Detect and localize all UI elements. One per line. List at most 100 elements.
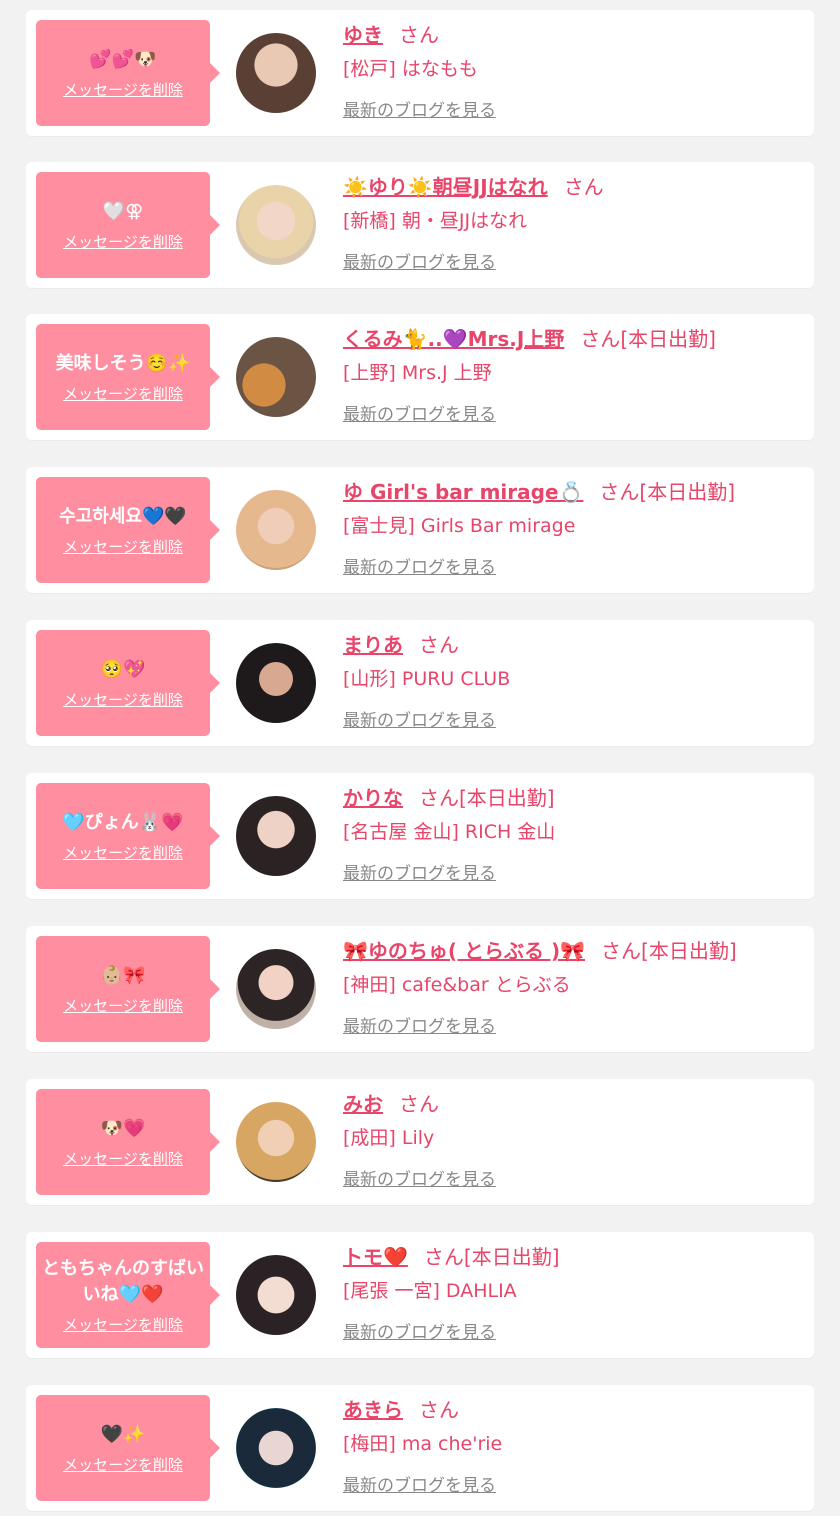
delete-message-link[interactable]: メッセージを削除 <box>63 536 183 557</box>
message-bubble: 🐶💗 メッセージを削除 <box>36 1089 220 1195</box>
avatar[interactable] <box>236 643 316 723</box>
sender-info: トモ❤️ さん[本日出勤] [尾張 一宮] DAHLIA 最新のブログを見る <box>343 1244 804 1343</box>
sender-name-link[interactable]: あきら <box>343 1398 403 1422</box>
message-card: 🐶💗 メッセージを削除 みお さん [成田] Lily 最新のブログを見る <box>26 1079 814 1205</box>
honorific: さん <box>399 23 439 47</box>
honorific: さん <box>601 939 642 963</box>
latest-blog-link[interactable]: 最新のブログを見る <box>343 1165 496 1190</box>
delete-message-link[interactable]: メッセージを削除 <box>63 79 183 100</box>
name-line: みお さん <box>343 1091 804 1117</box>
message-text: ともちゃんのすばいいね🩵❤️ <box>42 1257 204 1305</box>
shop-name: [上野] Mrs.J 上野 <box>343 362 492 384</box>
honorific: さん <box>419 633 459 657</box>
sender-info: ☀️ゆり☀️朝昼JJはなれ さん [新橋] 朝・昼JJはなれ 最新のブログを見る <box>343 174 804 273</box>
delete-message-link[interactable]: メッセージを削除 <box>63 1314 183 1335</box>
sender-name-link[interactable]: トモ❤️ <box>343 1245 408 1269</box>
sender-info: あきら さん [梅田] ma che'rie 最新のブログを見る <box>343 1397 804 1496</box>
sender-name-link[interactable]: ☀️ゆり☀️朝昼JJはなれ <box>343 175 548 199</box>
message-bubble: 🩵ぴょん🐰💗 メッセージを削除 <box>36 783 220 889</box>
message-card: 🤍⚢ メッセージを削除 ☀️ゆり☀️朝昼JJはなれ さん [新橋] 朝・昼JJはなれ 最新… <box>26 162 814 288</box>
avatar[interactable] <box>236 185 316 265</box>
working-today-badge: [本日出勤] <box>639 480 736 504</box>
sender-name-link[interactable]: まりあ <box>343 633 403 657</box>
sender-name-link[interactable]: くるみ🐈..💜Mrs.J上野 <box>343 327 564 351</box>
message-bubble: 🥺💖 メッセージを削除 <box>36 630 220 736</box>
working-today-badge: [本日出勤] <box>620 327 716 351</box>
honorific: さん <box>419 1398 459 1422</box>
honorific: さん <box>580 327 621 351</box>
honorific: さん <box>563 175 604 199</box>
message-bubble: 💕💕🐶 メッセージを削除 <box>36 20 220 126</box>
working-today-badge: [本日出勤] <box>641 939 737 963</box>
latest-blog-link[interactable]: 最新のブログを見る <box>343 248 496 273</box>
name-line: あきら さん <box>343 1397 804 1423</box>
name-line: ゆ Girl's bar mirage💍 さん[本日出勤] <box>343 479 804 505</box>
message-text: 🐶💗 <box>100 1117 146 1139</box>
latest-blog-link[interactable]: 最新のブログを見る <box>343 553 496 578</box>
shop-name: [富士見] Girls Bar mirage <box>343 515 576 537</box>
delete-message-link[interactable]: メッセージを削除 <box>63 231 183 252</box>
message-bubble: ともちゃんのすばいいね🩵❤️ メッセージを削除 <box>36 1242 220 1348</box>
delete-message-link[interactable]: メッセージを削除 <box>63 689 183 710</box>
message-text: 🥺💖 <box>100 658 146 680</box>
avatar[interactable] <box>236 1255 316 1335</box>
name-line: トモ❤️ さん[本日出勤] <box>343 1244 804 1270</box>
shop-name: [尾張 一宮] DAHLIA <box>343 1280 517 1302</box>
honorific: さん <box>599 480 640 504</box>
sender-info: ゆき さん [松戸] はなもも 最新のブログを見る <box>343 22 804 121</box>
name-line: くるみ🐈..💜Mrs.J上野 さん[本日出勤] <box>343 326 804 352</box>
avatar[interactable] <box>236 490 316 570</box>
sender-name-link[interactable]: ゆき <box>343 23 383 47</box>
message-text: 🖤✨ <box>100 1423 146 1445</box>
message-bubble: 수고하세요💙🖤 メッセージを削除 <box>36 477 220 583</box>
avatar[interactable] <box>236 949 316 1029</box>
latest-blog-link[interactable]: 最新のブログを見る <box>343 400 496 425</box>
latest-blog-link[interactable]: 最新のブログを見る <box>343 859 496 884</box>
message-card: 🥺💖 メッセージを削除 まりあ さん [山形] PURU CLUB 最新のブログを見る <box>26 620 814 746</box>
message-card: 🖤✨ メッセージを削除 あきら さん [梅田] ma che'rie 最新のブログを見る <box>26 1385 814 1511</box>
sender-name-link[interactable]: かりな <box>343 786 403 810</box>
honorific: さん <box>399 1092 439 1116</box>
sender-name-link[interactable]: ゆ Girl's bar mirage💍 <box>343 480 583 504</box>
sender-info: ゆ Girl's bar mirage💍 さん[本日出勤] [富士見] Girls … <box>343 479 804 578</box>
message-bubble: 🤍⚢ メッセージを削除 <box>36 172 220 278</box>
sender-name-link[interactable]: 🎀ゆのちゅ( とらぶる )🎀 <box>343 939 585 963</box>
name-line: かりな さん[本日出勤] <box>343 785 804 811</box>
sender-info: かりな さん[本日出勤] [名古屋 金山] RICH 金山 最新のブログを見る <box>343 785 804 884</box>
shop-name: [山形] PURU CLUB <box>343 668 511 690</box>
shop-name: [新橋] 朝・昼JJはなれ <box>343 210 528 232</box>
delete-message-link[interactable]: メッセージを削除 <box>63 842 183 863</box>
latest-blog-link[interactable]: 最新のブログを見る <box>343 1012 496 1037</box>
message-text: 💕💕🐶 <box>89 48 157 70</box>
honorific: さん <box>423 1245 464 1269</box>
sender-info: まりあ さん [山形] PURU CLUB 最新のブログを見る <box>343 632 804 731</box>
avatar[interactable] <box>236 796 316 876</box>
message-card: 💕💕🐶 メッセージを削除 ゆき さん [松戸] はなもも 最新のブログを見る <box>26 10 814 136</box>
message-card: 🩵ぴょん🐰💗 メッセージを削除 かりな さん[本日出勤] [名古屋 金山] RICH 金… <box>26 773 814 899</box>
message-bubble: 👶🏼🎀 メッセージを削除 <box>36 936 220 1042</box>
sender-name-link[interactable]: みお <box>343 1092 383 1116</box>
sender-info: くるみ🐈..💜Mrs.J上野 さん[本日出勤] [上野] Mrs.J 上野 最新のブロ… <box>343 326 804 425</box>
name-line: ☀️ゆり☀️朝昼JJはなれ さん <box>343 174 804 200</box>
delete-message-link[interactable]: メッセージを削除 <box>63 995 183 1016</box>
latest-blog-link[interactable]: 最新のブログを見る <box>343 1471 496 1496</box>
name-line: 🎀ゆのちゅ( とらぶる )🎀 さん[本日出勤] <box>343 938 804 964</box>
message-bubble: 美味しそう☺️✨ メッセージを削除 <box>36 324 220 430</box>
latest-blog-link[interactable]: 最新のブログを見る <box>343 96 496 121</box>
latest-blog-link[interactable]: 最新のブログを見る <box>343 1318 496 1343</box>
avatar[interactable] <box>236 1102 316 1182</box>
delete-message-link[interactable]: メッセージを削除 <box>63 383 183 404</box>
avatar[interactable] <box>236 33 316 113</box>
avatar[interactable] <box>236 1408 316 1488</box>
sender-info: 🎀ゆのちゅ( とらぶる )🎀 さん[本日出勤] [神田] cafe&bar とらぶる… <box>343 938 804 1037</box>
shop-name: [名古屋 金山] RICH 金山 <box>343 821 556 843</box>
message-card: 👶🏼🎀 メッセージを削除 🎀ゆのちゅ( とらぶる )🎀 さん[本日出勤] [神田] ca… <box>26 926 814 1052</box>
latest-blog-link[interactable]: 最新のブログを見る <box>343 706 496 731</box>
message-text: 美味しそう☺️✨ <box>55 352 191 374</box>
avatar[interactable] <box>236 337 316 417</box>
message-text: 🤍⚢ <box>102 200 144 222</box>
name-line: ゆき さん <box>343 22 804 48</box>
delete-message-link[interactable]: メッセージを削除 <box>63 1454 183 1475</box>
delete-message-link[interactable]: メッセージを削除 <box>63 1148 183 1169</box>
message-text: 수고하세요💙🖤 <box>59 505 187 527</box>
